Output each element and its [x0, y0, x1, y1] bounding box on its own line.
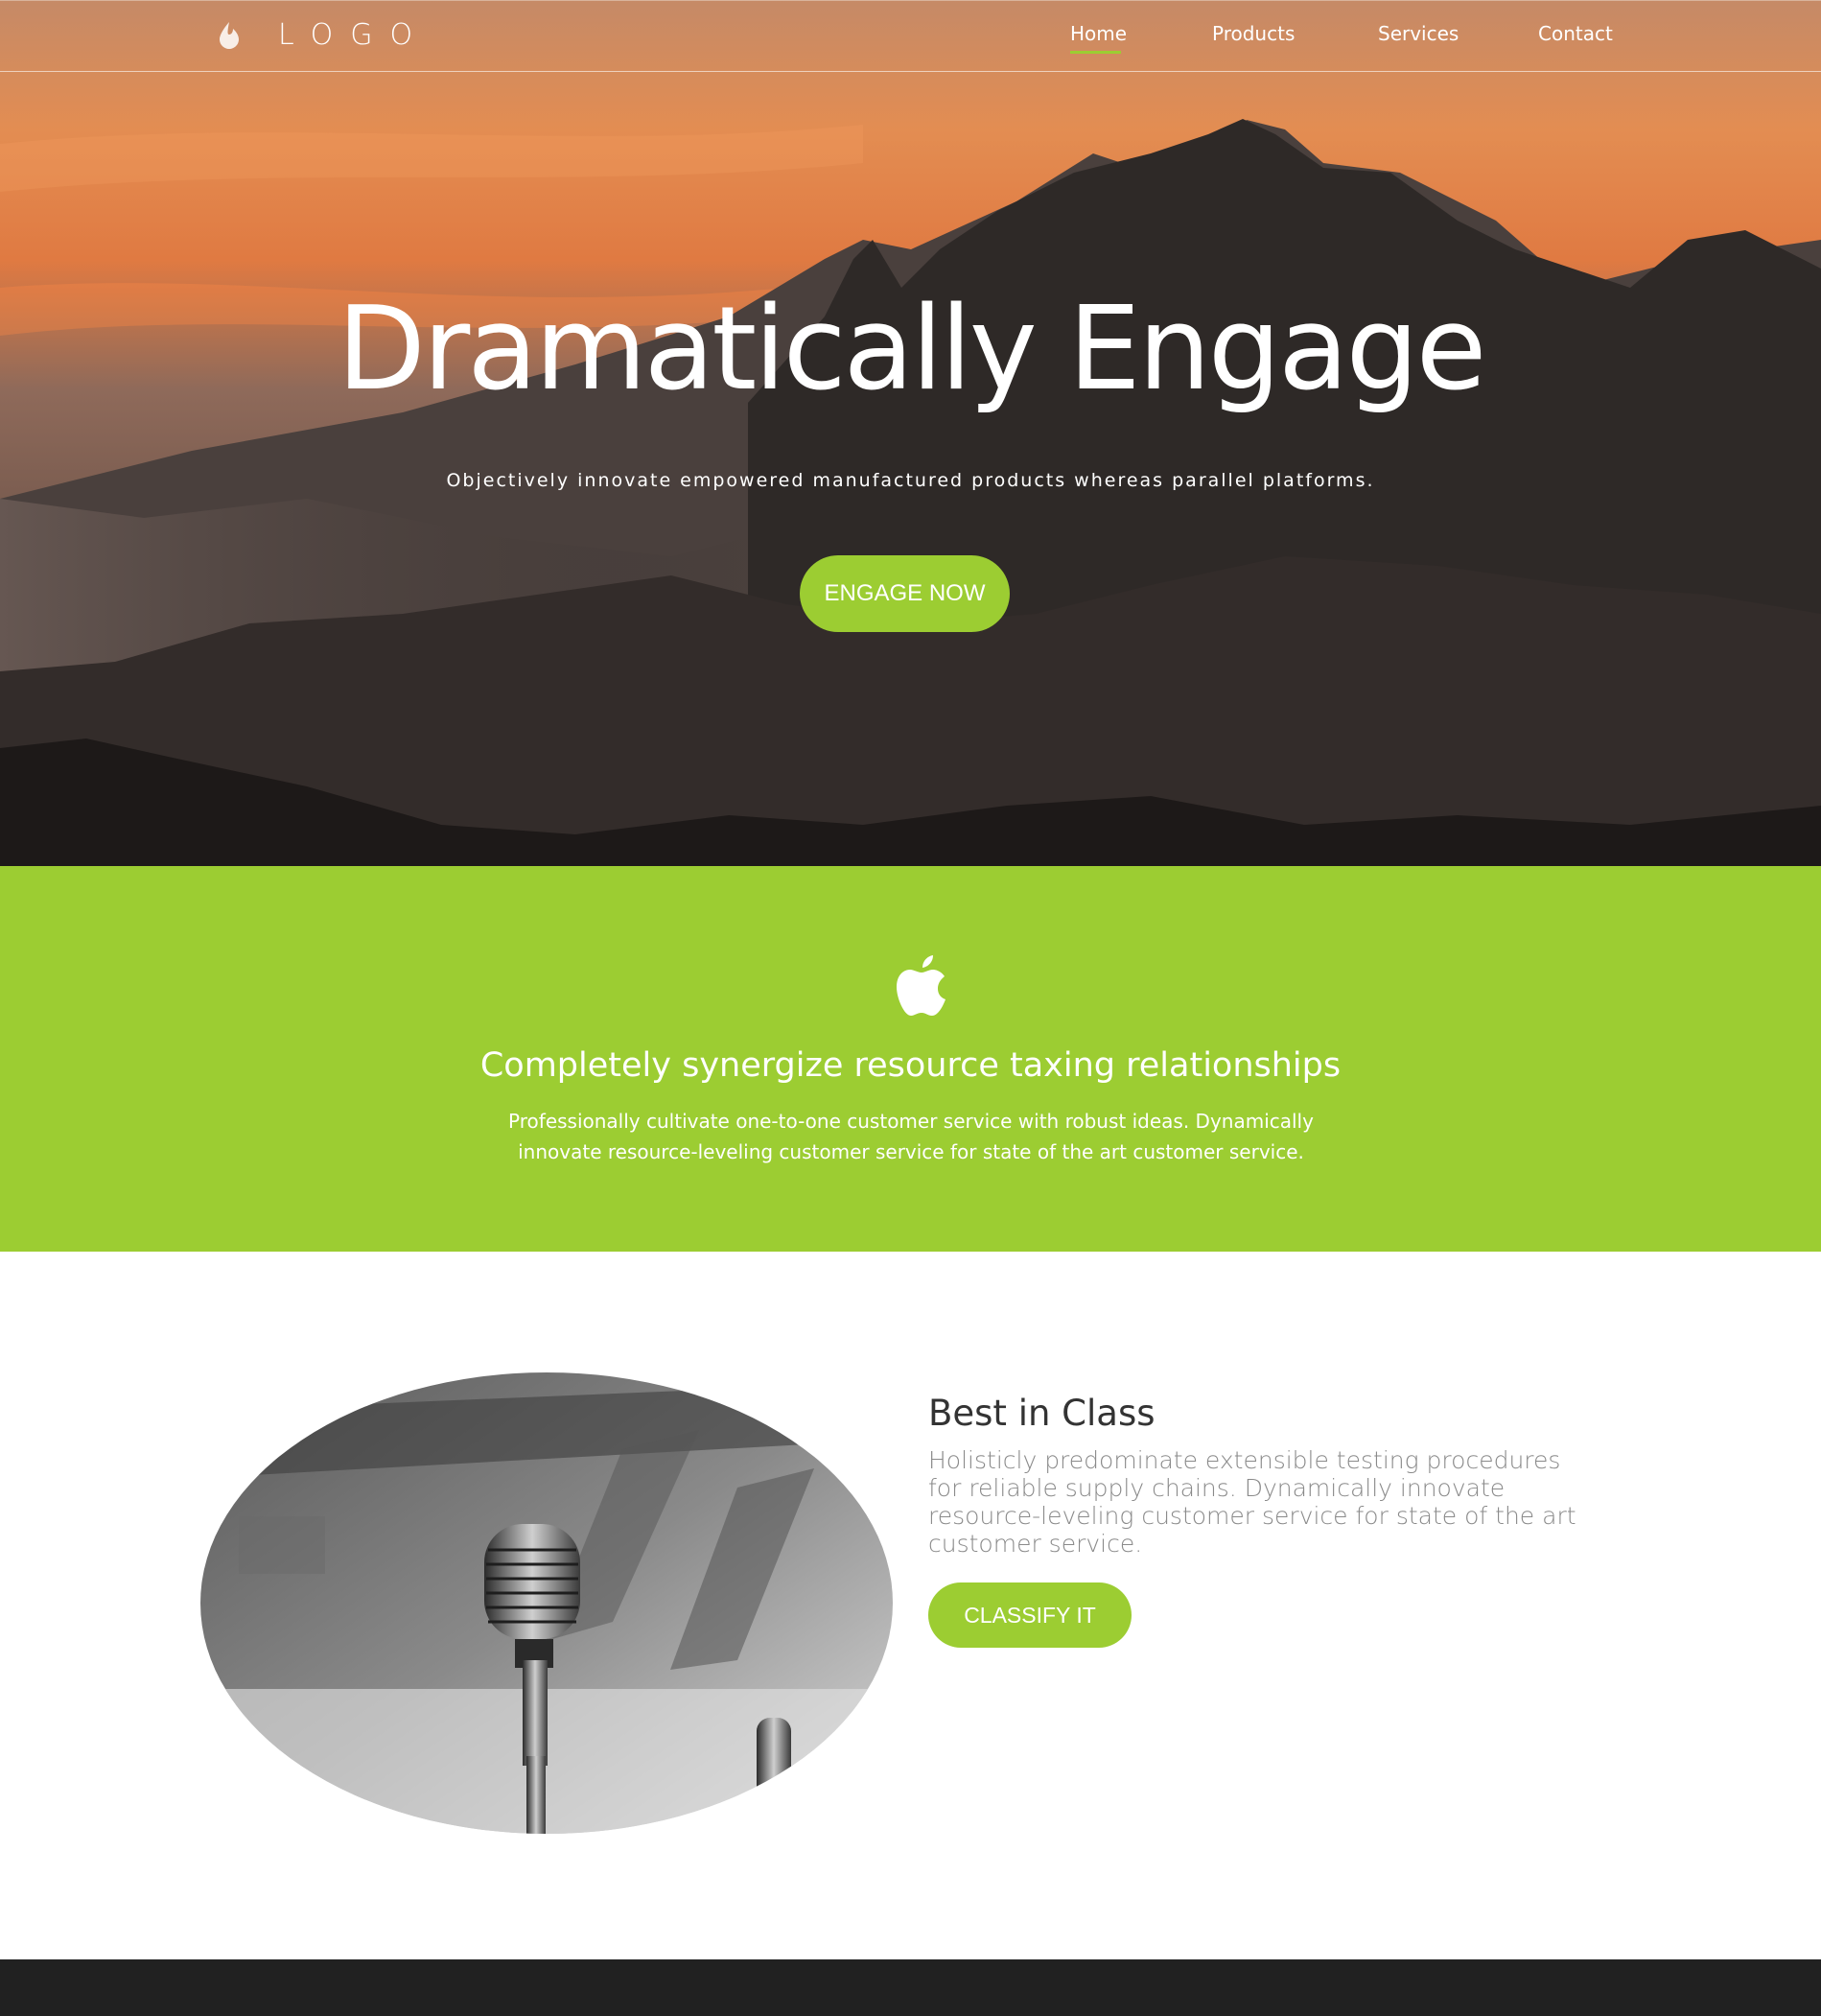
- top-navbar: LOGO Home Products Services Contact: [0, 0, 1821, 72]
- hero-title: Dramatically Engage: [337, 283, 1486, 416]
- microphone-image: [200, 1372, 893, 1834]
- feature-text: Holisticly predominate extensible testin…: [928, 1446, 1576, 1558]
- intro-title: Completely synergize resource taxing rel…: [479, 1046, 1342, 1085]
- intro-text: Professionally cultivate one-to-one cust…: [508, 1110, 1314, 1163]
- hero-section: LOGO Home Products Services Contact Dram…: [0, 0, 1821, 866]
- engage-now-button[interactable]: ENGAGE NOW: [800, 555, 1010, 632]
- logo-text[interactable]: LOGO: [278, 18, 430, 52]
- footer: [0, 1959, 1821, 2016]
- hero-subtitle: Objectively innovate empowered manufactu…: [446, 470, 1375, 491]
- nav-products[interactable]: Products: [1212, 22, 1295, 45]
- flame-logo-icon[interactable]: [217, 21, 242, 50]
- classify-it-button[interactable]: CLASSIFY IT: [928, 1582, 1132, 1648]
- nav-services[interactable]: Services: [1378, 22, 1459, 45]
- feature-title: Best in Class: [928, 1393, 1156, 1434]
- intro-section: Completely synergize resource taxing rel…: [0, 866, 1821, 1252]
- nav-home[interactable]: Home: [1070, 22, 1127, 45]
- nav-contact[interactable]: Contact: [1538, 22, 1613, 45]
- nav-active-indicator: [1070, 51, 1121, 54]
- mountain-background-image: [0, 0, 1821, 866]
- apple-icon: [897, 955, 946, 1016]
